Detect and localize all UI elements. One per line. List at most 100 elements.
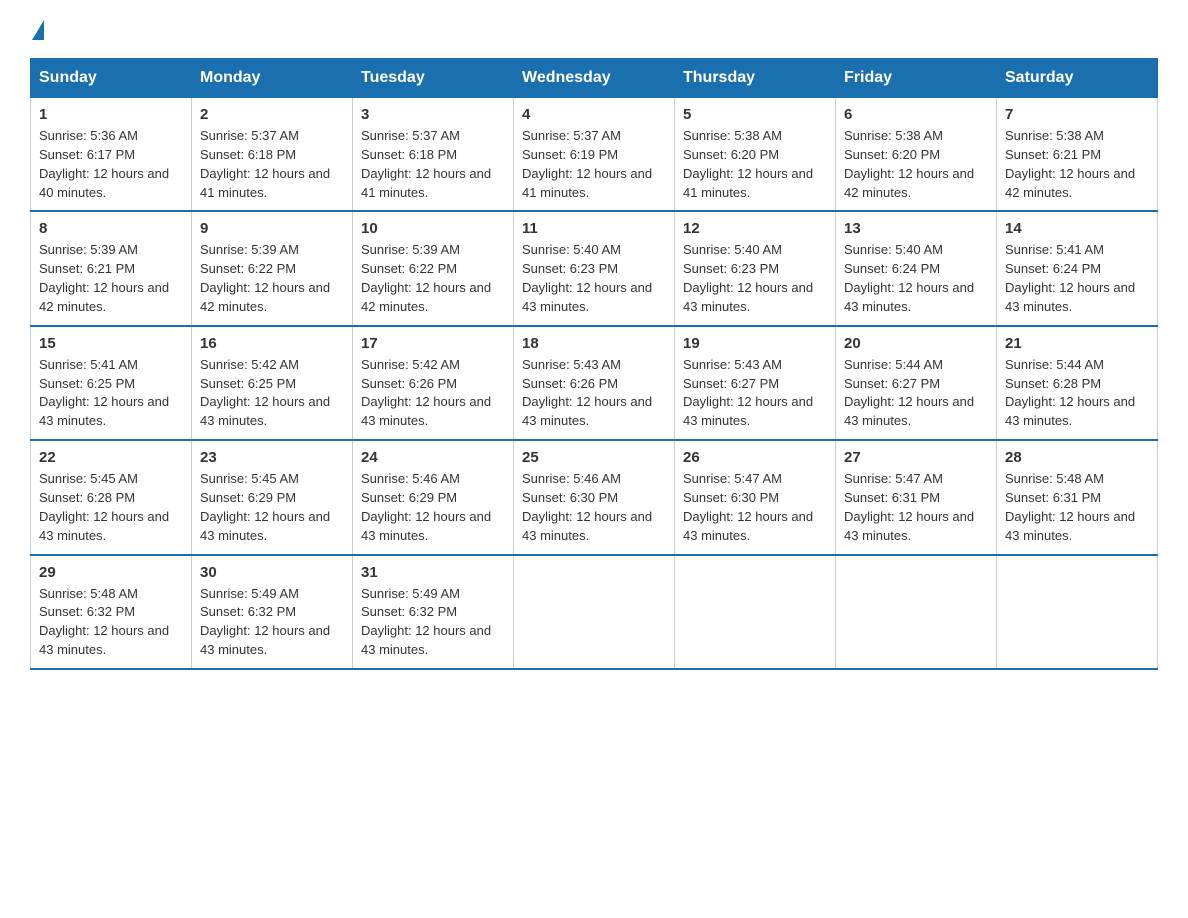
day-info: Sunrise: 5:41 AMSunset: 6:25 PMDaylight:… xyxy=(39,356,183,431)
day-info: Sunrise: 5:37 AMSunset: 6:18 PMDaylight:… xyxy=(361,127,505,202)
weekday-header-friday: Friday xyxy=(836,59,997,98)
day-number: 31 xyxy=(361,564,505,581)
day-number: 18 xyxy=(522,335,666,352)
day-number: 28 xyxy=(1005,449,1149,466)
day-number: 29 xyxy=(39,564,183,581)
logo-triangle-icon xyxy=(32,20,44,40)
calendar-cell: 28 Sunrise: 5:48 AMSunset: 6:31 PMDaylig… xyxy=(997,440,1158,554)
day-info: Sunrise: 5:47 AMSunset: 6:31 PMDaylight:… xyxy=(844,470,988,545)
weekday-row: SundayMondayTuesdayWednesdayThursdayFrid… xyxy=(31,59,1158,98)
calendar-cell: 14 Sunrise: 5:41 AMSunset: 6:24 PMDaylig… xyxy=(997,211,1158,325)
calendar-cell xyxy=(514,555,675,669)
weekday-header-tuesday: Tuesday xyxy=(353,59,514,98)
day-number: 3 xyxy=(361,106,505,123)
day-info: Sunrise: 5:46 AMSunset: 6:29 PMDaylight:… xyxy=(361,470,505,545)
day-info: Sunrise: 5:38 AMSunset: 6:20 PMDaylight:… xyxy=(683,127,827,202)
calendar-cell: 31 Sunrise: 5:49 AMSunset: 6:32 PMDaylig… xyxy=(353,555,514,669)
day-info: Sunrise: 5:43 AMSunset: 6:26 PMDaylight:… xyxy=(522,356,666,431)
calendar-cell: 18 Sunrise: 5:43 AMSunset: 6:26 PMDaylig… xyxy=(514,326,675,440)
logo xyxy=(30,20,46,40)
day-number: 24 xyxy=(361,449,505,466)
day-number: 30 xyxy=(200,564,344,581)
day-number: 27 xyxy=(844,449,988,466)
day-info: Sunrise: 5:37 AMSunset: 6:18 PMDaylight:… xyxy=(200,127,344,202)
calendar-cell: 9 Sunrise: 5:39 AMSunset: 6:22 PMDayligh… xyxy=(192,211,353,325)
calendar-cell: 5 Sunrise: 5:38 AMSunset: 6:20 PMDayligh… xyxy=(675,98,836,212)
day-info: Sunrise: 5:38 AMSunset: 6:21 PMDaylight:… xyxy=(1005,127,1149,202)
weekday-header-sunday: Sunday xyxy=(31,59,192,98)
calendar-table: SundayMondayTuesdayWednesdayThursdayFrid… xyxy=(30,58,1158,670)
week-row-4: 22 Sunrise: 5:45 AMSunset: 6:28 PMDaylig… xyxy=(31,440,1158,554)
calendar-cell: 11 Sunrise: 5:40 AMSunset: 6:23 PMDaylig… xyxy=(514,211,675,325)
day-info: Sunrise: 5:42 AMSunset: 6:25 PMDaylight:… xyxy=(200,356,344,431)
calendar-cell: 21 Sunrise: 5:44 AMSunset: 6:28 PMDaylig… xyxy=(997,326,1158,440)
day-number: 7 xyxy=(1005,106,1149,123)
day-number: 1 xyxy=(39,106,183,123)
calendar-cell: 15 Sunrise: 5:41 AMSunset: 6:25 PMDaylig… xyxy=(31,326,192,440)
day-info: Sunrise: 5:45 AMSunset: 6:29 PMDaylight:… xyxy=(200,470,344,545)
day-info: Sunrise: 5:48 AMSunset: 6:31 PMDaylight:… xyxy=(1005,470,1149,545)
calendar-cell: 19 Sunrise: 5:43 AMSunset: 6:27 PMDaylig… xyxy=(675,326,836,440)
day-number: 6 xyxy=(844,106,988,123)
day-info: Sunrise: 5:40 AMSunset: 6:23 PMDaylight:… xyxy=(683,241,827,316)
calendar-cell: 12 Sunrise: 5:40 AMSunset: 6:23 PMDaylig… xyxy=(675,211,836,325)
day-info: Sunrise: 5:39 AMSunset: 6:22 PMDaylight:… xyxy=(200,241,344,316)
day-number: 9 xyxy=(200,220,344,237)
weekday-header-wednesday: Wednesday xyxy=(514,59,675,98)
day-info: Sunrise: 5:48 AMSunset: 6:32 PMDaylight:… xyxy=(39,585,183,660)
calendar-header: SundayMondayTuesdayWednesdayThursdayFrid… xyxy=(31,59,1158,98)
day-number: 26 xyxy=(683,449,827,466)
day-number: 5 xyxy=(683,106,827,123)
calendar-cell: 24 Sunrise: 5:46 AMSunset: 6:29 PMDaylig… xyxy=(353,440,514,554)
day-info: Sunrise: 5:40 AMSunset: 6:23 PMDaylight:… xyxy=(522,241,666,316)
weekday-header-monday: Monday xyxy=(192,59,353,98)
calendar-cell: 10 Sunrise: 5:39 AMSunset: 6:22 PMDaylig… xyxy=(353,211,514,325)
day-info: Sunrise: 5:40 AMSunset: 6:24 PMDaylight:… xyxy=(844,241,988,316)
day-number: 13 xyxy=(844,220,988,237)
day-info: Sunrise: 5:44 AMSunset: 6:28 PMDaylight:… xyxy=(1005,356,1149,431)
day-info: Sunrise: 5:45 AMSunset: 6:28 PMDaylight:… xyxy=(39,470,183,545)
day-info: Sunrise: 5:49 AMSunset: 6:32 PMDaylight:… xyxy=(361,585,505,660)
day-number: 14 xyxy=(1005,220,1149,237)
calendar-cell: 8 Sunrise: 5:39 AMSunset: 6:21 PMDayligh… xyxy=(31,211,192,325)
day-info: Sunrise: 5:46 AMSunset: 6:30 PMDaylight:… xyxy=(522,470,666,545)
day-number: 23 xyxy=(200,449,344,466)
day-number: 15 xyxy=(39,335,183,352)
week-row-2: 8 Sunrise: 5:39 AMSunset: 6:21 PMDayligh… xyxy=(31,211,1158,325)
calendar-cell: 30 Sunrise: 5:49 AMSunset: 6:32 PMDaylig… xyxy=(192,555,353,669)
calendar-cell: 20 Sunrise: 5:44 AMSunset: 6:27 PMDaylig… xyxy=(836,326,997,440)
calendar-cell: 2 Sunrise: 5:37 AMSunset: 6:18 PMDayligh… xyxy=(192,98,353,212)
calendar-cell: 29 Sunrise: 5:48 AMSunset: 6:32 PMDaylig… xyxy=(31,555,192,669)
calendar-cell: 3 Sunrise: 5:37 AMSunset: 6:18 PMDayligh… xyxy=(353,98,514,212)
day-number: 12 xyxy=(683,220,827,237)
calendar-cell: 22 Sunrise: 5:45 AMSunset: 6:28 PMDaylig… xyxy=(31,440,192,554)
weekday-header-saturday: Saturday xyxy=(997,59,1158,98)
calendar-cell: 17 Sunrise: 5:42 AMSunset: 6:26 PMDaylig… xyxy=(353,326,514,440)
day-number: 22 xyxy=(39,449,183,466)
day-info: Sunrise: 5:36 AMSunset: 6:17 PMDaylight:… xyxy=(39,127,183,202)
day-info: Sunrise: 5:44 AMSunset: 6:27 PMDaylight:… xyxy=(844,356,988,431)
day-number: 10 xyxy=(361,220,505,237)
week-row-3: 15 Sunrise: 5:41 AMSunset: 6:25 PMDaylig… xyxy=(31,326,1158,440)
day-number: 25 xyxy=(522,449,666,466)
calendar-cell xyxy=(836,555,997,669)
weekday-header-thursday: Thursday xyxy=(675,59,836,98)
day-number: 8 xyxy=(39,220,183,237)
day-info: Sunrise: 5:38 AMSunset: 6:20 PMDaylight:… xyxy=(844,127,988,202)
day-number: 16 xyxy=(200,335,344,352)
day-info: Sunrise: 5:49 AMSunset: 6:32 PMDaylight:… xyxy=(200,585,344,660)
day-number: 21 xyxy=(1005,335,1149,352)
day-info: Sunrise: 5:39 AMSunset: 6:22 PMDaylight:… xyxy=(361,241,505,316)
day-number: 2 xyxy=(200,106,344,123)
day-info: Sunrise: 5:42 AMSunset: 6:26 PMDaylight:… xyxy=(361,356,505,431)
week-row-5: 29 Sunrise: 5:48 AMSunset: 6:32 PMDaylig… xyxy=(31,555,1158,669)
day-number: 17 xyxy=(361,335,505,352)
calendar-cell: 25 Sunrise: 5:46 AMSunset: 6:30 PMDaylig… xyxy=(514,440,675,554)
day-number: 19 xyxy=(683,335,827,352)
calendar-cell: 27 Sunrise: 5:47 AMSunset: 6:31 PMDaylig… xyxy=(836,440,997,554)
calendar-cell: 7 Sunrise: 5:38 AMSunset: 6:21 PMDayligh… xyxy=(997,98,1158,212)
day-info: Sunrise: 5:41 AMSunset: 6:24 PMDaylight:… xyxy=(1005,241,1149,316)
day-number: 4 xyxy=(522,106,666,123)
day-info: Sunrise: 5:47 AMSunset: 6:30 PMDaylight:… xyxy=(683,470,827,545)
calendar-cell xyxy=(675,555,836,669)
